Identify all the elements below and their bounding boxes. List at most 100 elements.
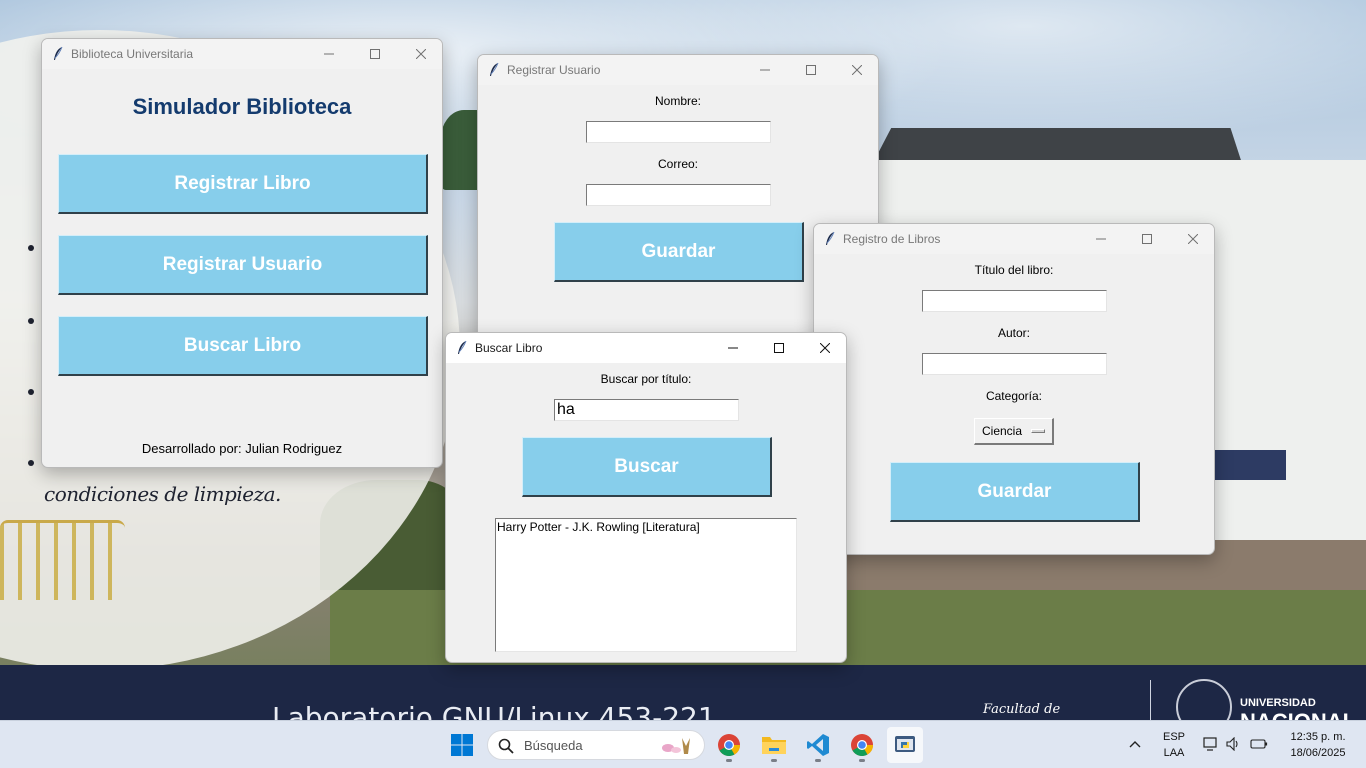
close-button[interactable] [1170,224,1214,254]
minimize-button[interactable] [306,39,352,69]
category-dropdown[interactable]: Ciencia [974,418,1054,445]
maximize-icon [370,49,380,59]
minimize-icon [728,347,738,349]
author-label: Autor: [997,326,1030,340]
maximize-icon [774,343,784,353]
maximize-button[interactable] [352,39,398,69]
windows-logo-icon [451,734,473,756]
banner-divider [1150,680,1151,720]
tk-feather-icon [54,46,63,60]
bullet-point [28,460,34,466]
book-title-field[interactable] [922,290,1107,312]
search-button[interactable]: Buscar [522,437,772,497]
titlebar[interactable]: Biblioteca Universitaria [42,39,442,69]
minimize-icon [1096,238,1106,240]
wallpaper-bike-racks [0,520,125,600]
category-label: Categoría: [985,389,1043,403]
butterfly-icon [662,738,690,754]
close-icon [852,65,862,75]
network-icon[interactable] [1203,737,1219,751]
minimize-icon [760,69,770,71]
search-label: Buscar por título: [600,372,692,386]
banner-university-line2: NACIONAL [1240,709,1356,720]
language-indicator-line1[interactable]: ESP [1158,731,1190,743]
email-label: Correo: [657,157,698,171]
name-field[interactable] [586,121,771,143]
save-book-button[interactable]: Guardar [890,462,1140,522]
close-icon [820,343,830,353]
speaker-icon[interactable] [1226,737,1242,751]
search-placeholder: Búsqueda [524,738,583,753]
wallpaper-sign [1212,450,1286,480]
name-label: Nombre: [654,94,701,108]
bullet-point [28,318,34,324]
banner-faculty-text: Facultad de [983,702,1061,717]
chevron-up-icon[interactable] [1129,740,1141,748]
maximize-button[interactable] [1124,224,1170,254]
minimize-icon [324,53,334,55]
taskbar-app-chrome-2[interactable] [844,727,880,763]
clock-time[interactable]: 12:35 p. m. [1282,731,1354,743]
taskbar-app-chrome[interactable] [711,727,747,763]
window-title: Biblioteca Universitaria [71,47,194,61]
titlebar[interactable]: Buscar Libro [446,333,846,363]
window-title: Registrar Usuario [507,63,601,77]
bullet-point [28,389,34,395]
titlebar[interactable]: Registrar Usuario [478,55,878,85]
banner-university-line1: UNIVERSIDAD [1240,697,1316,709]
main-window: Biblioteca Universitaria Simulador Bibli… [41,38,443,468]
taskbar-app-python-tk[interactable] [887,727,923,763]
email-field[interactable] [586,184,771,206]
taskbar-app-vscode[interactable] [800,727,836,763]
author-field[interactable] [922,353,1107,375]
taskbar: Búsqueda ESP LAA 12:35 p. m. 18/06/2025 [0,720,1366,768]
tk-feather-icon [490,62,499,76]
category-selected-value: Ciencia [982,424,1023,438]
minimize-button[interactable] [1078,224,1124,254]
dropdown-indicator-icon [1031,429,1045,433]
search-field[interactable]: ha [554,399,739,421]
close-button[interactable] [802,333,846,363]
chrome-icon [851,734,873,756]
vscode-icon [807,734,829,756]
tk-feather-icon [826,231,835,245]
window-title: Buscar Libro [475,341,543,355]
close-button[interactable] [398,39,442,69]
close-icon [416,49,426,59]
clock-date[interactable]: 18/06/2025 [1282,747,1354,759]
list-item[interactable]: Harry Potter - J.K. Rowling [Literatura] [497,520,795,534]
save-user-button[interactable]: Guardar [554,222,804,282]
app-heading: Simulador Biblioteca [132,94,352,119]
results-listbox[interactable]: Harry Potter - J.K. Rowling [Literatura] [495,518,797,652]
minimize-button[interactable] [742,55,788,85]
maximize-icon [1142,234,1152,244]
register-book-window: Registro de Libros Título del libro: Aut… [813,223,1215,555]
wallpaper-text: condiciones de limpieza. [44,482,281,506]
search-book-window: Buscar Libro Buscar por título: ha Busca… [445,332,847,663]
language-indicator-line2[interactable]: LAA [1158,747,1190,759]
close-button[interactable] [834,55,878,85]
minimize-button[interactable] [710,333,756,363]
taskbar-app-file-explorer[interactable] [756,727,792,763]
book-title-label: Título del libro: [974,263,1054,277]
python-tk-icon [895,736,915,752]
tk-feather-icon [458,340,467,354]
register-book-button[interactable]: Registrar Libro [58,154,428,214]
register-user-button[interactable]: Registrar Usuario [58,235,428,295]
folder-icon [762,737,786,754]
search-book-button[interactable]: Buscar Libro [58,316,428,376]
maximize-button[interactable] [788,55,834,85]
taskbar-search[interactable]: Búsqueda [487,730,705,760]
start-button[interactable] [444,727,480,763]
banner-lab-text: Laboratorio GNU/Linux 453-221 [272,701,716,720]
university-seal-icon [1176,679,1232,720]
battery-icon[interactable] [1250,738,1268,750]
bullet-point [28,245,34,251]
search-icon [498,738,514,754]
maximize-button[interactable] [756,333,802,363]
maximize-icon [806,65,816,75]
wallpaper-banner: Laboratorio GNU/Linux 453-221 Facultad d… [0,665,1366,720]
titlebar[interactable]: Registro de Libros [814,224,1214,254]
close-icon [1188,234,1198,244]
developer-credit: Desarrollado por: Julian Rodriguez [141,441,343,456]
